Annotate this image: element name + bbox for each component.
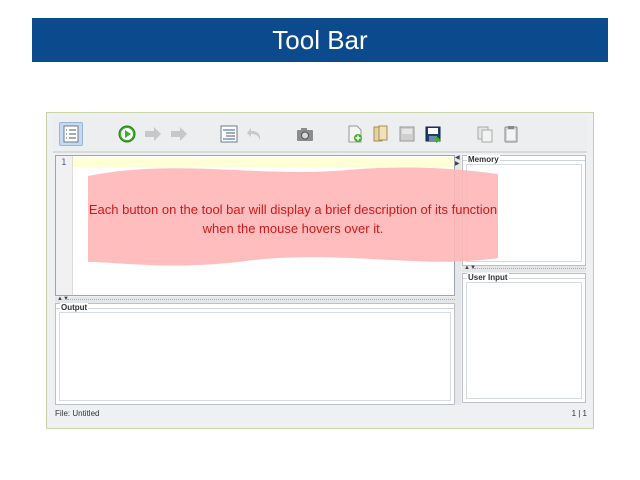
save-as-icon [425,126,441,143]
screenshot-button[interactable] [293,122,317,146]
line-numbers-icon [63,125,79,143]
undo-icon [247,128,261,141]
slide-title-banner: Tool Bar [32,18,608,62]
user-input-area[interactable] [466,282,582,399]
output-panel-title: Output [60,303,89,312]
status-file: File: Untitled [55,409,100,418]
step-icon [145,127,161,141]
output-panel: Output [55,303,455,405]
toolbar [53,117,587,151]
line-number-gutter: 1 [56,156,73,295]
copy-icon [477,126,493,143]
save-button[interactable] [395,122,419,146]
open-file-button[interactable] [369,122,393,146]
status-bar: File: Untitled 1 | 1 [55,407,587,421]
app-window: 1 ◀ ▶ ▲▼ Output Memory ▲▼ User Input File… [46,112,594,429]
toolbar-separator [53,151,587,153]
step-over-icon [171,127,187,141]
screenshot-icon [297,128,313,141]
step-over-button[interactable] [167,122,191,146]
memory-panel-title: Memory [467,155,500,164]
paste-icon [504,126,518,143]
tooltip-callout: Each button on the tool bar will display… [88,166,498,266]
open-file-icon [373,125,388,142]
new-file-icon [348,125,362,143]
undo-button[interactable] [243,122,267,146]
run-button[interactable] [115,122,139,146]
format-icon [220,125,238,143]
step-button[interactable] [141,122,165,146]
copy-button[interactable] [473,122,497,146]
slide-title: Tool Bar [272,24,368,55]
user-input-panel-title: User Input [467,273,509,282]
paste-button[interactable] [499,122,523,146]
new-file-button[interactable] [343,122,367,146]
output-area[interactable] [59,312,451,401]
memory-input-splitter[interactable]: ▲▼ [462,265,586,272]
format-button[interactable] [217,122,241,146]
run-icon [118,125,136,143]
save-icon [399,126,415,142]
status-position: 1 | 1 [571,409,587,418]
line-numbers-button[interactable] [59,122,83,146]
callout-text: Each button on the tool bar will display… [88,202,498,236]
user-input-panel: User Input [462,273,586,403]
save-as-button[interactable] [421,122,445,146]
line-number: 1 [61,158,67,168]
